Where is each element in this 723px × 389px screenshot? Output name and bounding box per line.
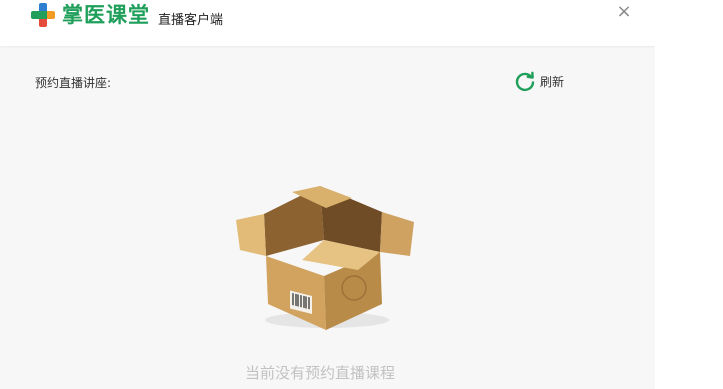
brand-name: 掌医课堂 (62, 2, 150, 27)
app-subtitle: 直播客户端 (158, 13, 224, 28)
background-strip (655, 0, 723, 389)
close-icon: × (616, 1, 632, 22)
app-window: 掌医课堂 直播客户端 × 预约直播讲座: 刷新 当前没有预约直播课程 (0, 0, 655, 389)
close-button[interactable]: × (612, 0, 636, 24)
open-box-icon (236, 186, 414, 330)
refresh-icon (515, 71, 535, 92)
refresh-button[interactable]: 刷新 (514, 70, 564, 92)
section-label: 预约直播讲座: (35, 76, 112, 90)
medical-cross-icon (31, 3, 55, 27)
title-bar: 掌医课堂 直播客户端 × (0, 0, 655, 46)
refresh-label: 刷新 (540, 74, 565, 89)
empty-state-message: 当前没有预约直播课程 (244, 364, 395, 382)
